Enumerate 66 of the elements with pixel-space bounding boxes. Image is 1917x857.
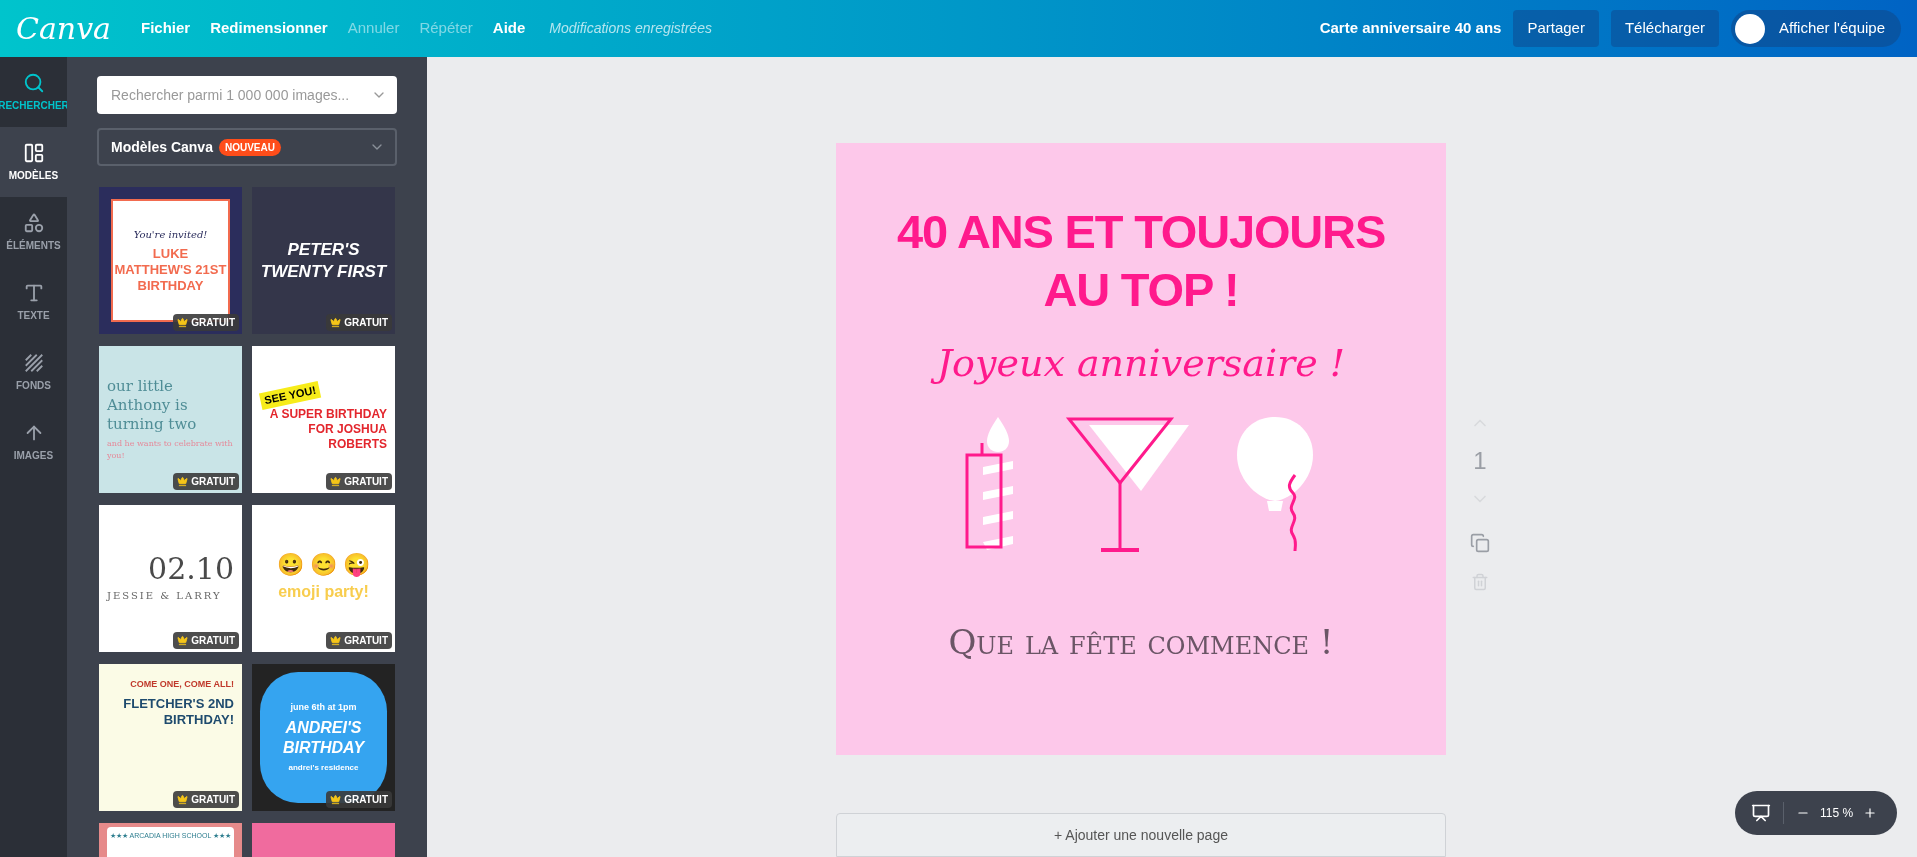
design-page[interactable]: 40 ANS ET TOUJOURS AU TOP ! Joyeux anniversaire ! Que la fête commence !	[836, 143, 1446, 755]
crown-icon	[330, 317, 342, 328]
template-eyebrow: You're invited!	[133, 227, 208, 242]
free-label: GRATUIT	[344, 634, 388, 648]
template-eyebrow: SEE YOU!	[258, 380, 322, 410]
copy-icon[interactable]	[1470, 533, 1490, 553]
template-title: ANDREI'S BIRTHDAY	[281, 718, 366, 759]
design-title: Carte anniversaire 40 ans	[1319, 18, 1502, 39]
template-subtitle: and he wants to celebrate with you!	[107, 437, 234, 462]
template-title: FLETCHER'S 2ND BIRTHDAY!	[122, 695, 234, 728]
new-badge: NOUVEAU	[218, 138, 281, 156]
source-dropdown[interactable]: Modèles Canva NOUVEAU	[97, 128, 397, 166]
free-label: GRATUIT	[191, 316, 235, 330]
zoom-level: 115 %	[1820, 805, 1854, 822]
add-page-button[interactable]: + Ajouter une nouvelle page	[836, 813, 1446, 857]
free-label: GRATUIT	[191, 634, 235, 648]
template-thumbnail[interactable]: 😀 😊 😜 emoji party! GRATUIT	[252, 505, 395, 652]
crown-icon	[330, 635, 342, 646]
layout-icon	[22, 141, 45, 164]
tool-tab[interactable]: MODÈLES	[0, 127, 67, 197]
present-icon[interactable]	[1751, 803, 1771, 823]
tool-tab[interactable]: TEXTE	[0, 267, 67, 337]
template-thumbnail[interactable]: SEE YOU! A SUPER BIRTHDAY FOR JOSHUA ROBERTS GRATUIT	[252, 346, 395, 493]
template-eyebrow: 😀 😊 😜	[276, 553, 371, 576]
crown-icon	[177, 476, 189, 487]
template-thumbnail[interactable]: 02.10 JESSIE & LARRY GRATUIT	[99, 505, 242, 652]
crown-icon	[177, 317, 189, 328]
page-number: 1	[1473, 446, 1487, 476]
save-status: Modifications enregistrées	[549, 19, 712, 38]
toggle-knob	[1735, 13, 1765, 44]
crown-icon	[330, 476, 342, 487]
template-title: our little Anthony is turning two	[107, 377, 198, 434]
template-thumbnail[interactable]: COME ONE, COME ALL! FLETCHER'S 2ND BIRTHDAY! GRATUIT	[99, 664, 242, 811]
tool-tab[interactable]: IMAGES	[0, 407, 67, 477]
free-label: GRATUIT	[344, 793, 388, 807]
zoom-in-icon[interactable]	[1863, 806, 1878, 820]
tool-tab[interactable]: ÉLÉMENTS	[0, 197, 67, 267]
footer-text[interactable]: Que la fête commence !	[948, 617, 1334, 668]
header-button[interactable]: Télécharger	[1610, 10, 1719, 47]
template-thumbnail[interactable]: june 6th at 1pm ANDREI'S BIRTHDAY andrei's residence GRATUIT	[252, 664, 395, 811]
template-thumbnail[interactable]: You're invited! LUKE MATTHEW'S 21ST BIRTHDAY GRATUIT	[99, 187, 242, 334]
shapes-icon	[22, 211, 45, 234]
header-button[interactable]: Partager	[1513, 10, 1599, 47]
template-title: emoji party!	[278, 581, 369, 602]
free-label: GRATUIT	[191, 793, 235, 807]
template-eyebrow: COME ONE, COME ALL!	[130, 678, 234, 691]
template-title: LUKE MATTHEW'S 21ST BIRTHDAY	[113, 245, 228, 295]
template-title: A SUPER BIRTHDAY FOR JOSHUA ROBERTS	[268, 407, 387, 453]
crown-icon	[330, 794, 342, 805]
template-thumbnail[interactable]: our little Anthony is turning two and he wants to celebrate with you! GRATUIT	[99, 346, 242, 493]
template-thumbnail[interactable]: PETER'S TWENTY FIRST GRATUIT	[252, 187, 395, 334]
free-label: GRATUIT	[191, 475, 235, 489]
template-title: PETER'S TWENTY FIRST	[259, 239, 389, 282]
template-eyebrow: june 6th at 1pm	[290, 700, 357, 714]
template-title: JESSIE & LARRY	[107, 589, 222, 603]
crown-icon	[177, 794, 189, 805]
tool-tab[interactable]: FONDS	[0, 337, 67, 407]
search-icon	[22, 71, 45, 94]
template-subtitle: andrei's residence	[288, 762, 359, 775]
stripes-icon	[22, 351, 45, 374]
crown-icon	[177, 635, 189, 646]
free-label: GRATUIT	[344, 316, 388, 330]
template-eyebrow: 02.10	[148, 554, 234, 584]
delete-icon[interactable]	[1471, 573, 1489, 591]
team-toggle[interactable]: Afficher l'équipe	[1731, 10, 1901, 47]
free-label: GRATUIT	[344, 475, 388, 489]
